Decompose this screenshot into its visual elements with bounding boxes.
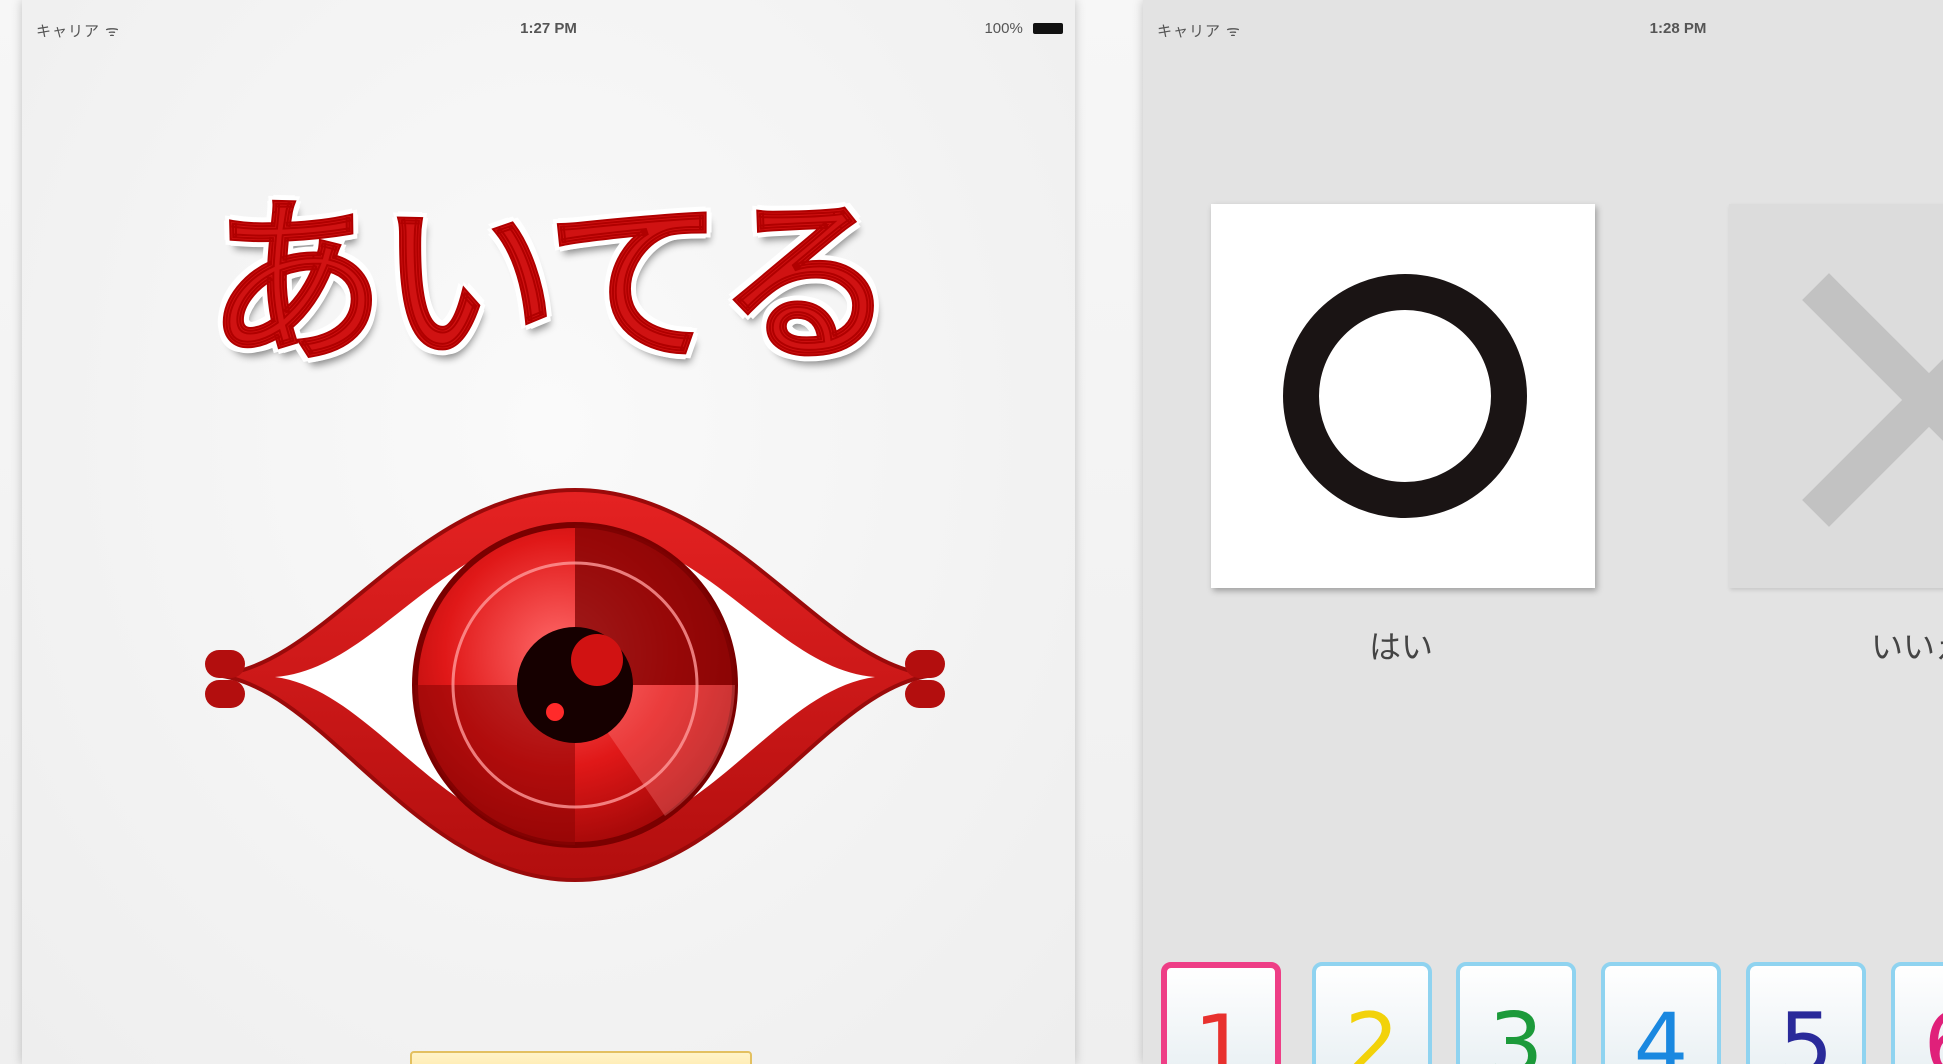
- app-title: あいてる: [206, 179, 897, 388]
- no-card[interactable]: [1729, 204, 1943, 588]
- yes-label: はい: [1369, 628, 1434, 666]
- number-tile-2[interactable]: 2: [1312, 962, 1432, 1064]
- number-tile-1[interactable]: 1: [1161, 962, 1281, 1064]
- circle-icon: [1283, 274, 1527, 518]
- cross-icon: [1802, 273, 1943, 527]
- eye-tail-right-top: [905, 650, 945, 678]
- eye-tail-right-bottom: [905, 680, 945, 708]
- start-button[interactable]: [410, 1051, 752, 1064]
- status-bar: キャリア ᯤ 1:27 PM 100%: [22, 14, 1075, 40]
- eye-tail-left-bottom: [205, 680, 245, 708]
- number-tile-3[interactable]: 3: [1456, 962, 1576, 1064]
- answer-screen: キャリア ᯤ 1:28 PM はい いいえ 1 2 3 4 5 6: [1143, 0, 1943, 1064]
- yes-card[interactable]: [1211, 204, 1595, 588]
- clock-label: 1:28 PM: [1649, 20, 1707, 37]
- battery-icon: [1033, 23, 1063, 34]
- battery-percent: 100%: [984, 20, 1023, 37]
- red-eye-icon: [205, 487, 945, 883]
- eye-tail-left-top: [205, 650, 245, 678]
- pupil-glint: [546, 703, 564, 721]
- number-tile-5[interactable]: 5: [1746, 962, 1866, 1064]
- status-bar: キャリア ᯤ 1:28 PM: [1143, 14, 1943, 40]
- app-screenshots: キャリア ᯤ 1:27 PM 100% あいてる キャリア ᯤ 1:28 PM …: [0, 0, 1943, 1064]
- number-tile-4[interactable]: 4: [1601, 962, 1721, 1064]
- pupil-highlight: [571, 634, 623, 686]
- no-label: いいえ: [1871, 628, 1943, 666]
- clock-label: 1:27 PM: [520, 20, 577, 37]
- title-screen: キャリア ᯤ 1:27 PM 100% あいてる: [22, 0, 1075, 1064]
- number-tile-6[interactable]: 6: [1891, 962, 1943, 1064]
- battery-indicator: 100%: [984, 20, 1063, 37]
